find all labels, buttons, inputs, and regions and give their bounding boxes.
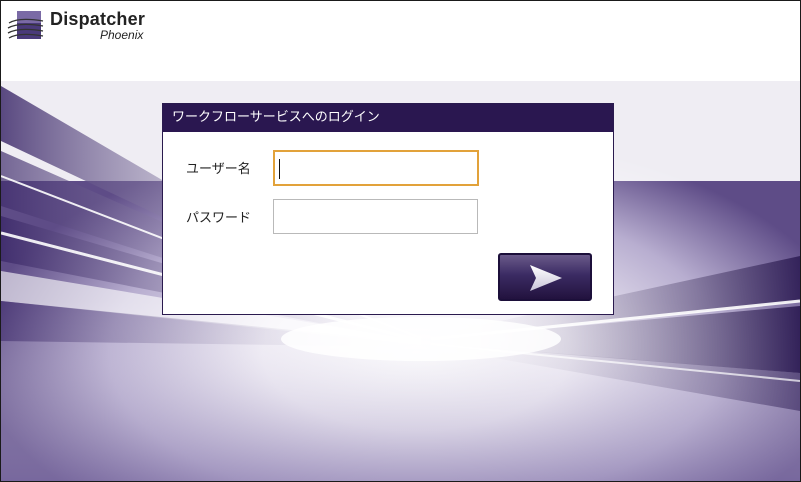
login-screen: Dispatcher Phoenix ワークフローサービスへのログイン ユーザー… (0, 0, 801, 482)
login-dialog: ワークフローサービスへのログイン ユーザー名 パスワード (162, 103, 614, 315)
logo-icon (7, 11, 44, 39)
dialog-title: ワークフローサービスへのログイン (163, 104, 613, 132)
arrow-right-icon (530, 265, 562, 291)
logo-product: Phoenix (100, 28, 144, 42)
username-input[interactable] (273, 150, 479, 186)
login-submit-button[interactable] (498, 253, 592, 301)
logo-name: Dispatcher (50, 9, 146, 29)
text-cursor (279, 159, 280, 179)
password-label: パスワード (186, 211, 252, 226)
dispatcher-phoenix-logo: Dispatcher Phoenix (7, 9, 147, 45)
password-input[interactable] (273, 199, 478, 234)
username-label: ユーザー名 (186, 162, 251, 177)
